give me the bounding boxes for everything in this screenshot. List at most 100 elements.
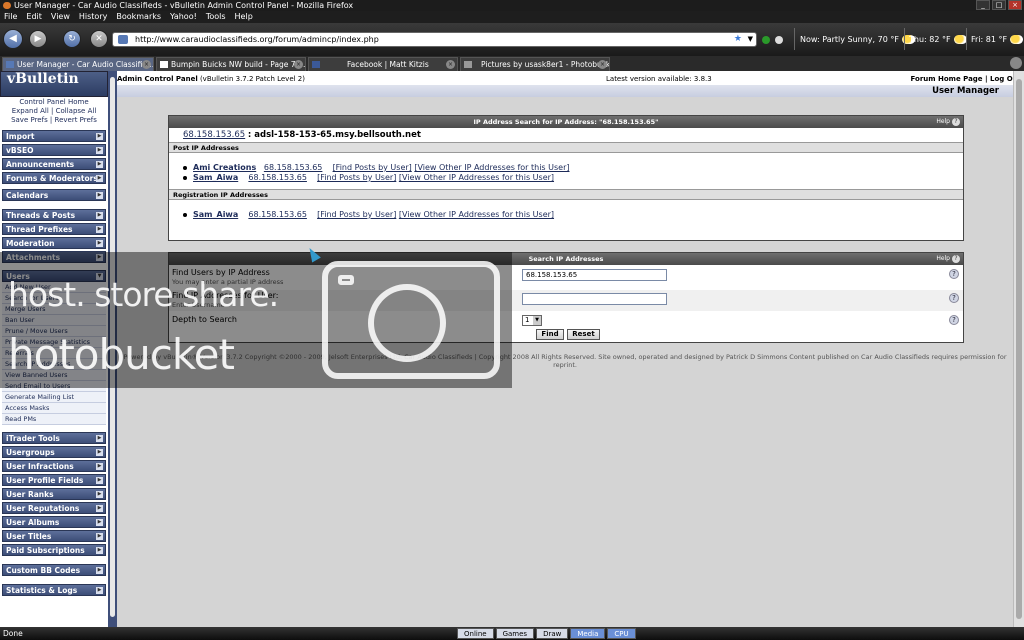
tab-list-icon[interactable] <box>1010 57 1022 69</box>
help-icon[interactable]: ? <box>949 315 959 325</box>
help-icon[interactable]: ? <box>949 269 959 279</box>
tab-user-manager[interactable]: User Manager - Car Audio Classifie... × <box>2 57 154 71</box>
sidebar-group-bb-codes[interactable]: Custom BB Codes ▶ <box>2 564 106 576</box>
tab-close-icon[interactable]: × <box>598 60 607 69</box>
dock-cpu[interactable]: CPU <box>607 628 636 639</box>
menu-view[interactable]: View <box>51 11 70 23</box>
weather-thu[interactable]: Thu: 82 °F <box>909 32 967 47</box>
expand-arrow-icon[interactable]: ▶ <box>96 491 103 498</box>
tab-facebook[interactable]: Facebook | Matt Kitzis × <box>308 57 458 71</box>
view-other-ips-link[interactable]: [View Other IP Addresses for this User] <box>399 210 554 219</box>
expand-arrow-icon[interactable]: ▶ <box>96 161 103 168</box>
sidebar-group-profile-fields[interactable]: User Profile Fields ▶ <box>2 474 106 486</box>
expand-arrow-icon[interactable]: ▶ <box>96 519 103 526</box>
sidebar-group-moderation[interactable]: Moderation ▶ <box>2 237 106 249</box>
menu-edit[interactable]: Edit <box>26 11 42 23</box>
help-link[interactable]: Help? <box>936 254 960 264</box>
menu-tools[interactable]: Tools <box>206 11 226 23</box>
reload-icon[interactable]: ↻ <box>63 30 81 48</box>
expand-arrow-icon[interactable]: ▶ <box>96 240 103 247</box>
expand-arrow-icon[interactable]: ▶ <box>96 435 103 442</box>
menu-file[interactable]: File <box>4 11 17 23</box>
expand-arrow-icon[interactable]: ▶ <box>96 587 103 594</box>
expand-arrow-icon[interactable]: ▶ <box>96 567 103 574</box>
sidebar-group-statistics[interactable]: Statistics & Logs ▶ <box>2 584 106 596</box>
weather-now[interactable]: Now: Partly Sunny, 70 °F <box>800 32 915 47</box>
reset-button[interactable]: Reset <box>567 329 600 340</box>
sidebar-group-user-titles[interactable]: User Titles ▶ <box>2 530 106 542</box>
close-button[interactable]: × <box>1008 0 1022 10</box>
sidebar-item-mailing-list[interactable]: Generate Mailing List <box>2 392 106 403</box>
dock-games[interactable]: Games <box>495 628 535 639</box>
expand-arrow-icon[interactable]: ▶ <box>96 192 103 199</box>
expand-arrow-icon[interactable]: ▶ <box>96 212 103 219</box>
expand-arrow-icon[interactable]: ▶ <box>96 147 103 154</box>
sidebar-group-threads[interactable]: Threads & Posts ▶ <box>2 209 106 221</box>
cp-home-link[interactable]: Control Panel Home <box>0 98 108 107</box>
dock-online[interactable]: Online <box>457 628 494 639</box>
expand-arrow-icon[interactable]: ▶ <box>96 533 103 540</box>
view-other-ips-link[interactable]: [View Other IP Addresses for this User] <box>399 173 554 182</box>
tab-bumpin-buicks[interactable]: Bumpin Buicks NW build - Page 7 -... × <box>156 57 306 71</box>
header-links[interactable]: Forum Home Page | Log Out <box>911 73 1021 85</box>
dock-media[interactable]: Media <box>570 628 606 639</box>
sidebar-group-thread-prefixes[interactable]: Thread Prefixes ▶ <box>2 223 106 235</box>
user-link[interactable]: Sam_Aiwa <box>193 173 238 182</box>
stop-icon[interactable]: ✕ <box>90 30 108 48</box>
dock-draw[interactable]: Draw <box>536 628 569 639</box>
addon-green-icon[interactable] <box>762 36 770 44</box>
user-link[interactable]: Ami Creations <box>193 163 256 172</box>
tab-close-icon[interactable]: × <box>294 60 303 69</box>
sidebar-group-calendars[interactable]: Calendars ▶ <box>2 189 106 201</box>
bookmark-star-icon[interactable]: ★ <box>734 33 742 46</box>
weather-fri[interactable]: Fri: 81 °F <box>971 32 1024 47</box>
url-dropdown-icon[interactable]: ▼ <box>748 33 753 46</box>
url-bar[interactable]: http://www.caraudioclassifieds.org/forum… <box>112 32 757 47</box>
tab-close-icon[interactable]: × <box>446 60 455 69</box>
sidebar-group-vbseo[interactable]: vBSEO ▶ <box>2 144 106 156</box>
scrollbar-thumb[interactable] <box>1016 79 1022 619</box>
tab-close-icon[interactable]: × <box>142 60 151 69</box>
expand-arrow-icon[interactable]: ▶ <box>96 133 103 140</box>
user-link[interactable]: Sam_Aiwa <box>193 210 238 219</box>
username-input[interactable] <box>522 293 667 305</box>
expand-arrow-icon[interactable]: ▶ <box>96 505 103 512</box>
menu-bookmarks[interactable]: Bookmarks <box>116 11 161 23</box>
help-link[interactable]: Help? <box>936 117 960 127</box>
view-other-ips-link[interactable]: [View Other IP Addresses for this User] <box>414 163 569 172</box>
sidebar-item-access-masks[interactable]: Access Masks <box>2 403 106 414</box>
expand-arrow-icon[interactable]: ▶ <box>96 463 103 470</box>
back-icon[interactable]: ◀ <box>3 29 23 49</box>
sidebar-group-user-ranks[interactable]: User Ranks ▶ <box>2 488 106 500</box>
sidebar-group-albums[interactable]: User Albums ▶ <box>2 516 106 528</box>
ip-link[interactable]: 68.158.153.65 <box>264 163 323 172</box>
sidebar-group-announcements[interactable]: Announcements ▶ <box>2 158 106 170</box>
ip-address-input[interactable]: 68.158.153.65 <box>522 269 667 281</box>
expand-arrow-icon[interactable]: ▶ <box>96 449 103 456</box>
sidebar-group-itrader[interactable]: iTrader Tools ▶ <box>2 432 106 444</box>
ip-link[interactable]: 68.158.153.65 <box>248 210 307 219</box>
minimize-button[interactable]: _ <box>976 0 990 10</box>
forward-icon[interactable]: ▶ <box>29 30 47 48</box>
depth-select[interactable]: 1 ▼ <box>522 315 542 326</box>
find-posts-link[interactable]: [Find Posts by User] <box>333 163 412 172</box>
expand-arrow-icon[interactable]: ▶ <box>96 477 103 484</box>
prefs-links[interactable]: Save Prefs | Revert Prefs <box>0 116 108 125</box>
expand-arrow-icon[interactable]: ▶ <box>96 547 103 554</box>
find-button[interactable]: Find <box>536 329 564 340</box>
sidebar-group-reputations[interactable]: User Reputations ▶ <box>2 502 106 514</box>
ip-link[interactable]: 68.158.153.65 <box>248 173 307 182</box>
tab-photobucket[interactable]: Pictures by usask8er1 - Photobucket × <box>460 57 610 71</box>
find-posts-link[interactable]: [Find Posts by User] <box>317 173 396 182</box>
ip-link[interactable]: 68.158.153.65 <box>183 130 245 140</box>
page-scrollbar[interactable] <box>1013 71 1024 627</box>
addon-white-icon[interactable] <box>775 36 783 44</box>
menu-help[interactable]: Help <box>235 11 253 23</box>
expand-arrow-icon[interactable]: ▶ <box>96 175 103 182</box>
expand-collapse-links[interactable]: Expand All | Collapse All <box>0 107 108 116</box>
sidebar-group-import[interactable]: Import ▶ <box>2 130 106 142</box>
sidebar-group-forums[interactable]: Forums & Moderators ▶ <box>2 172 106 184</box>
maximize-button[interactable]: □ <box>992 0 1006 10</box>
sidebar-group-paid-subscriptions[interactable]: Paid Subscriptions ▶ <box>2 544 106 556</box>
sidebar-group-infractions[interactable]: User Infractions ▶ <box>2 460 106 472</box>
